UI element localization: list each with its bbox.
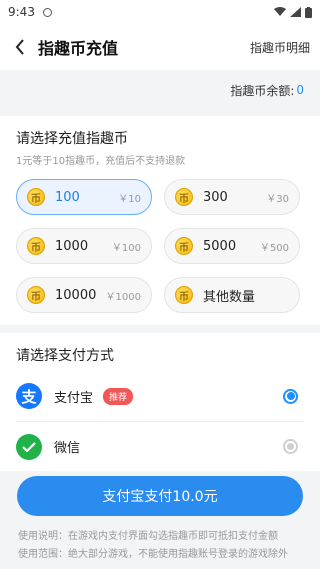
recharge-option-5000[interactable]: 币 5000 ￥500 [164,228,300,264]
payment-card: 请选择支付方式 支 支付宝 推荐 微信 [0,333,320,471]
option-amount: 100 [55,189,80,205]
wifi-icon [274,7,286,16]
coin-icon: 币 [175,237,193,255]
payment-method-label: 微信 [54,441,81,456]
option-price: ￥10 [118,193,141,205]
usage-note: 使用范围：绝大部分游戏，不能使用指趣账号登录的游戏除外 [18,549,288,560]
recharge-option-10000[interactable]: 币 10000 ￥1000 [16,277,152,313]
coin-icon: 币 [27,237,45,255]
recharge-card: 请选择充值指趣币 1元等于10指趣币，充值后不支持退款 币 100 ￥10 币 … [0,116,320,325]
wechat-radio[interactable] [283,439,298,454]
back-button[interactable] [10,32,30,62]
payment-method-label: 支付宝 [54,390,94,406]
option-price: ￥30 [266,193,289,205]
recharge-subtitle: 1元等于10指趣币，充值后不支持退款 [16,156,186,167]
recharge-title: 请选择充值指趣币 [16,131,128,147]
balance-label: 指趣币余额: [230,83,295,98]
header: 指趣币充值 指趣币明细 [0,24,320,70]
notification-icon [42,7,52,17]
option-price: ￥1000 [105,291,141,303]
signal-icon [290,7,301,17]
option-amount: 其他数量 [203,289,256,305]
chevron-left-icon [15,39,24,55]
recommend-badge: 推荐 [103,387,134,405]
coin-icon: 币 [27,188,45,206]
usage-note: 使用说明：在游戏内支付界面勾选指趣币即可抵扣支付金额 [18,531,278,542]
recharge-options: 币 100 ￥10 币 300 ￥30 币 1000 ￥100 币 5000 ￥… [16,179,304,313]
coin-icon: 币 [175,286,193,304]
alipay-icon: 支 [16,383,42,409]
recharge-option-other[interactable]: 币 其他数量 [164,277,300,313]
option-amount: 1000 [55,238,89,254]
recharge-option-300[interactable]: 币 300 ￥30 [164,179,300,215]
page-title: 指趣币充值 [38,39,119,58]
status-time: 9:43 [8,5,35,19]
coin-history-link[interactable]: 指趣币明细 [250,39,310,56]
wechat-icon [16,433,42,460]
recharge-option-1000[interactable]: 币 1000 ￥100 [16,228,152,264]
option-amount: 10000 [55,287,97,303]
payment-method-alipay[interactable]: 支 支付宝 推荐 [16,371,304,421]
battery-icon [305,6,312,18]
recharge-option-100[interactable]: 币 100 ￥10 [16,179,152,215]
option-amount: 5000 [203,238,237,254]
alipay-radio[interactable] [283,388,298,404]
payment-method-wechat[interactable]: 微信 [16,421,304,471]
status-bar: 9:43 [0,0,320,24]
coin-icon: 币 [175,188,193,206]
coin-icon: 币 [27,286,45,304]
option-price: ￥500 [259,242,289,254]
payment-title: 请选择支付方式 [16,348,114,364]
pay-button[interactable]: 支付宝支付10.0元 [17,476,303,516]
usage-notes: 使用说明：在游戏内支付界面勾选指趣币即可抵扣支付金额 使用范围：绝大部分游戏，不… [18,528,288,564]
balance-value: 0 [296,83,304,97]
option-amount: 300 [203,189,228,205]
option-price: ￥100 [111,242,141,254]
balance-row: 指趣币余额: 0 [0,70,320,110]
